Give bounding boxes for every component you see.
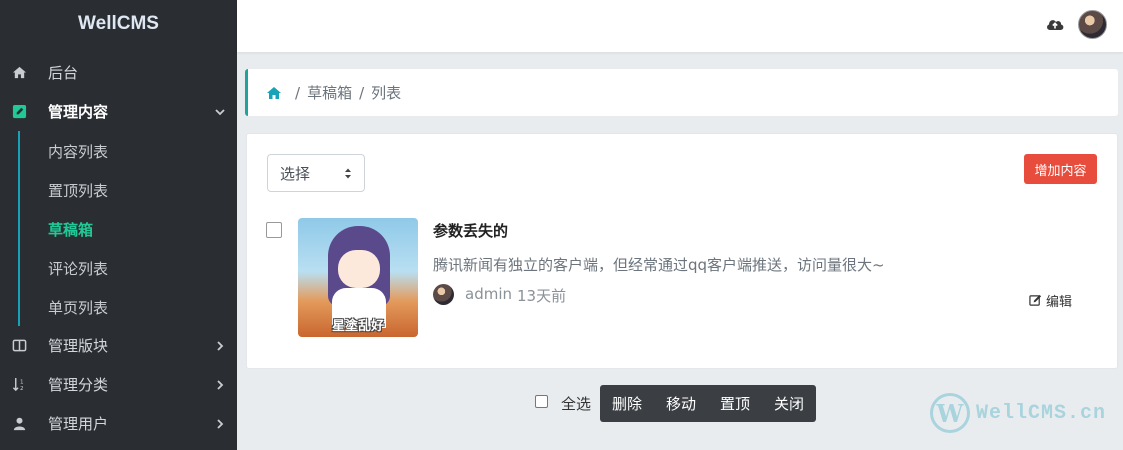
sidebar-item-manage-categories[interactable]: 12 管理分类 [0, 365, 237, 404]
sidebar-subitem-comments[interactable]: 评论列表 [48, 258, 108, 279]
author-avatar[interactable] [433, 284, 454, 305]
bulk-action-group: 删除 移动 置顶 关闭 [600, 385, 817, 422]
svg-text:2: 2 [19, 386, 23, 392]
pin-button[interactable]: 置顶 [708, 385, 762, 422]
select-value: 选择 [280, 164, 311, 183]
delete-button[interactable]: 删除 [600, 385, 654, 422]
breadcrumb-item-list: 列表 [371, 84, 402, 102]
watermark: W WellCMS.cn [930, 393, 1106, 433]
chevron-right-icon [217, 379, 224, 390]
thumbnail-art [338, 250, 380, 288]
edit-icon [1029, 294, 1042, 306]
home-icon [11, 65, 27, 81]
chevron-right-icon [217, 418, 224, 429]
user-avatar[interactable] [1078, 10, 1107, 39]
thumbnail-caption: 星塗乱好 [331, 319, 384, 334]
watermark-logo: W [930, 393, 970, 433]
edit-button[interactable]: 编辑 [1029, 291, 1072, 310]
columns-icon [11, 338, 27, 354]
chevron-down-icon [215, 108, 225, 115]
close-button[interactable]: 关闭 [762, 385, 816, 422]
breadcrumb-separator: / [295, 83, 301, 102]
post-author[interactable]: admin [465, 285, 512, 303]
sidebar-item-manage-users[interactable]: 管理用户 [0, 404, 237, 443]
sidebar-item-dashboard[interactable]: 后台 [0, 53, 237, 92]
edit-square-icon [11, 104, 27, 120]
sidebar-subitem-drafts[interactable]: 草稿箱 [48, 219, 93, 240]
sidebar: WellCMS 后台 管理内容 内容列表 置顶列表 草稿箱 评论列表 单页列表 … [0, 0, 237, 450]
submenu-indicator [18, 131, 20, 326]
sidebar-subitem-pinned-list[interactable]: 置顶列表 [48, 180, 108, 201]
home-icon[interactable] [266, 85, 282, 101]
breadcrumb-item-drafts[interactable]: 草稿箱 [307, 82, 352, 103]
post-thumbnail[interactable]: 星塗乱好 [298, 218, 418, 337]
breadcrumb: / 草稿箱 / 列表 [245, 69, 1118, 116]
select-all-label[interactable]: 全选 [561, 393, 591, 414]
sidebar-item-label: 管理用户 [48, 415, 109, 433]
sidebar-subitem-content-list[interactable]: 内容列表 [48, 141, 108, 162]
breadcrumb-separator: / [359, 83, 365, 102]
sidebar-subitem-single-pages[interactable]: 单页列表 [48, 297, 108, 318]
svg-text:1: 1 [19, 380, 23, 386]
sidebar-item-label: 管理分类 [48, 376, 109, 394]
sort-icon: 12 [11, 377, 27, 393]
add-content-button[interactable]: 增加内容 [1024, 154, 1097, 184]
move-button[interactable]: 移动 [654, 385, 708, 422]
content-card: 选择 增加内容 星塗乱好 参数丢失的 腾讯新闻有独立的客户端，但经常通过qq客户… [246, 133, 1118, 369]
select-all-checkbox[interactable] [535, 395, 548, 408]
user-icon [11, 416, 27, 432]
sidebar-item-label: 后台 [48, 64, 79, 82]
sidebar-item-manage-content[interactable]: 管理内容 [0, 92, 237, 131]
topbar [237, 0, 1123, 52]
edit-label: 编辑 [1046, 295, 1073, 310]
brand-logo[interactable]: WellCMS [0, 0, 237, 48]
post-time: 13天前 [517, 287, 567, 305]
cloud-upload-icon[interactable] [1045, 16, 1065, 32]
row-checkbox[interactable] [266, 222, 282, 238]
sidebar-item-manage-forums[interactable]: 管理版块 [0, 326, 237, 365]
chevron-right-icon [217, 340, 224, 351]
action-select[interactable]: 选择 [267, 154, 365, 192]
select-arrows-icon [345, 168, 351, 179]
post-description: 腾讯新闻有独立的客户端，但经常通过qq客户端推送，访问量很大~ [433, 256, 885, 274]
post-title[interactable]: 参数丢失的 [433, 220, 508, 241]
sidebar-item-label: 管理内容 [48, 103, 109, 121]
watermark-text: WellCMS.cn [976, 401, 1107, 425]
sidebar-item-label: 管理版块 [48, 337, 109, 355]
